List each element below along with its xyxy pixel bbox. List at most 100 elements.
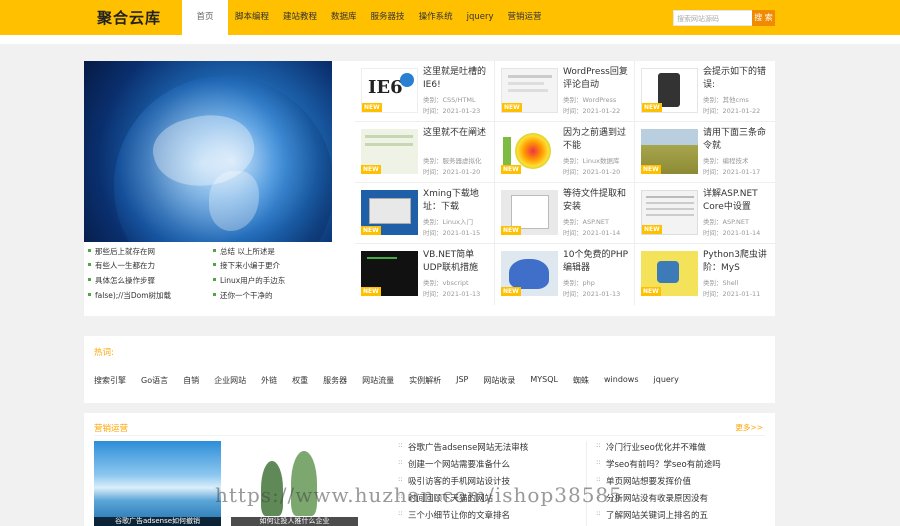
image-caption[interactable]: 谷歌广告adsense如何撤销 <box>94 517 221 526</box>
tag-link[interactable]: 企业网站 <box>214 375 246 386</box>
tag-link[interactable]: 外链 <box>261 375 277 386</box>
article-card[interactable]: NEW 10个免费的PHP编辑器 类别：php 时间：2021-01-13 <box>495 244 635 305</box>
featured-link[interactable]: 那些后上就存在网 <box>88 246 155 257</box>
hero-image[interactable] <box>84 61 332 242</box>
nav-jquery[interactable]: jquery <box>460 0 501 35</box>
search-input[interactable]: 搜索网站源码 <box>673 10 753 26</box>
new-badge: NEW <box>501 287 521 296</box>
article-card[interactable]: NEW WordPress回复评论自动 类别：WordPress 时间：2021… <box>495 61 635 122</box>
ie6-logo-icon: IE6 <box>368 77 403 98</box>
new-badge: NEW <box>361 287 381 296</box>
article-thumbnail: NEW <box>501 251 558 296</box>
featured-link[interactable]: 具体怎么操作步骤 <box>88 275 155 286</box>
tag-link[interactable]: 服务器 <box>323 375 347 386</box>
list-item[interactable]: 学seo有前吗？学seo有前途吗 <box>596 458 721 470</box>
main-nav: 首页 脚本编程 建站教程 数据库 服务器技 操作系统 jquery 营销运营 <box>182 0 549 35</box>
featured-link[interactable]: false);//当Dom树加载 <box>88 290 171 301</box>
article-card[interactable]: NEW 这里就不在阐述 类别：服务器虚拟化 时间：2021-01-20 <box>355 122 495 183</box>
article-grid: IE6 NEW 这里就是吐槽的IE6! 类别：CSS/HTML 时间：2021-… <box>355 61 775 316</box>
phone-icon <box>658 73 680 107</box>
tag-link[interactable]: 搜索引擎 <box>94 375 126 386</box>
new-badge: NEW <box>501 165 521 174</box>
article-date: 时间：2021-01-20 <box>423 168 481 176</box>
article-category: 类别：服务器虚拟化 <box>423 157 482 165</box>
new-badge: NEW <box>641 165 661 174</box>
article-card[interactable]: NEW 详解ASP.NET Core中设置 类别：ASP.NET 时间：2021… <box>635 183 775 244</box>
article-card[interactable]: NEW 请用下面三条命令就 类别：编程技术 时间：2021-01-17 <box>635 122 775 183</box>
article-title[interactable]: 因为之前遇到过不能 <box>563 127 633 153</box>
list-item[interactable]: 三个小细节让你的文章排名 <box>398 509 510 521</box>
article-title[interactable]: VB.NET简单UDP联机措施 <box>423 249 493 275</box>
article-card[interactable]: IE6 NEW 这里就是吐槽的IE6! 类别：CSS/HTML 时间：2021-… <box>355 61 495 122</box>
more-link[interactable]: 更多>> <box>735 422 763 433</box>
featured-link[interactable]: 有些人一生都在力 <box>88 260 155 271</box>
tag-link[interactable]: MYSQL <box>530 375 558 386</box>
featured-link[interactable]: 总结 以上所述是 <box>213 246 275 257</box>
tag-link[interactable]: 权重 <box>292 375 308 386</box>
python-logo-icon <box>657 261 679 283</box>
article-date: 时间：2021-01-13 <box>563 290 621 298</box>
tag-link[interactable]: jquery <box>654 375 679 386</box>
tag-link[interactable]: 实例解析 <box>409 375 441 386</box>
article-title[interactable]: Python3爬虫讲阶：MyS <box>703 249 773 275</box>
article-title[interactable]: 等待文件提取和安装 <box>563 188 633 214</box>
nav-home[interactable]: 首页 <box>182 0 228 35</box>
article-thumbnail: NEW <box>641 251 698 296</box>
article-title[interactable]: WordPress回复评论自动 <box>563 66 633 92</box>
image-caption[interactable]: 如何让投人推什么企业 <box>231 517 358 526</box>
tag-link[interactable]: Go语言 <box>141 375 168 386</box>
article-title[interactable]: Xming下载地址：下载 <box>423 188 493 214</box>
article-title[interactable]: 这里就不在阐述 <box>423 127 493 153</box>
featured-link[interactable]: 还你一个干净的 <box>213 290 273 301</box>
new-badge: NEW <box>361 226 381 235</box>
new-badge: NEW <box>361 165 381 174</box>
article-title[interactable]: 这里就是吐槽的IE6! <box>423 66 493 92</box>
nav-os[interactable]: 操作系统 <box>412 0 460 35</box>
new-badge: NEW <box>641 287 661 296</box>
tag-link[interactable]: JSP <box>456 375 468 386</box>
article-thumbnail: NEW <box>641 129 698 174</box>
nav-database[interactable]: 数据库 <box>324 0 364 35</box>
article-thumbnail: NEW <box>501 129 558 174</box>
list-item[interactable]: 谷歌广告adsense网站无法审核 <box>398 441 528 453</box>
article-card[interactable]: NEW 会提示如下的错误: 类别：其他cms 时间：2021-01-22 <box>635 61 775 122</box>
nav-marketing[interactable]: 营销运营 <box>500 0 548 35</box>
nav-server[interactable]: 服务器技 <box>364 0 412 35</box>
article-date: 时间：2021-01-20 <box>563 168 621 176</box>
site-logo[interactable]: 聚合云库 <box>97 7 161 28</box>
tag-link[interactable]: 自销 <box>183 375 199 386</box>
list-item[interactable]: 冷门行业seo优化并不难做 <box>596 441 706 453</box>
hot-tags-panel: 热词: 搜索引擎 Go语言 自销 企业网站 外链 权重 服务器 网站流量 实例解… <box>84 336 775 403</box>
article-card[interactable]: NEW Python3爬虫讲阶：MyS 类别：Shell 时间：2021-01-… <box>635 244 775 305</box>
list-item[interactable]: 创建一个网站需要准备什么 <box>398 458 510 470</box>
nav-scripting[interactable]: 脚本编程 <box>228 0 276 35</box>
tag-link[interactable]: 蜘蛛 <box>573 375 589 386</box>
article-category: 类别：WordPress <box>563 96 617 104</box>
tag-link[interactable]: 网站流量 <box>362 375 394 386</box>
article-title[interactable]: 详解ASP.NET Core中设置 <box>703 188 773 214</box>
section-title: 营销运营 <box>94 424 129 434</box>
article-card[interactable]: NEW 因为之前遇到过不能 类别：Linux数据库 时间：2021-01-20 <box>495 122 635 183</box>
article-title[interactable]: 10个免费的PHP编辑器 <box>563 249 633 275</box>
article-card[interactable]: NEW 等待文件提取和安装 类别：ASP.NET 时间：2021-01-14 <box>495 183 635 244</box>
article-title[interactable]: 会提示如下的错误: <box>703 66 773 92</box>
article-date: 时间：2021-01-13 <box>423 290 481 298</box>
article-thumbnail: NEW <box>361 190 418 235</box>
featured-link[interactable]: Linux用户的手边东 <box>213 275 285 286</box>
marketing-panel: 营销运营 更多>> 谷歌广告adsense如何撤销 如何让投人推什么企业 谷歌广… <box>84 413 775 526</box>
article-title[interactable]: 请用下面三条命令就 <box>703 127 773 153</box>
article-category: 类别：vbscript <box>423 279 469 287</box>
article-date: 时间：2021-01-11 <box>703 290 761 298</box>
article-category: 类别：其他cms <box>703 96 749 104</box>
list-item[interactable]: 了解网站关键词上排名的五 <box>596 509 708 521</box>
hot-label: 热词: <box>94 348 114 358</box>
article-card[interactable]: NEW Xming下载地址：下载 类别：Linux入门 时间：2021-01-1… <box>355 183 495 244</box>
article-card[interactable]: NEW VB.NET简单UDP联机措施 类别：vbscript 时间：2021-… <box>355 244 495 305</box>
article-date: 时间：2021-01-15 <box>423 229 481 237</box>
tag-link[interactable]: windows <box>604 375 639 386</box>
sea-image[interactable] <box>94 441 221 526</box>
nav-site-tutorial[interactable]: 建站教程 <box>276 0 324 35</box>
tag-link[interactable]: 网站收录 <box>483 375 515 386</box>
featured-link[interactable]: 接下来小编于更介 <box>213 260 280 271</box>
search-button[interactable]: 搜 索 <box>752 10 775 26</box>
